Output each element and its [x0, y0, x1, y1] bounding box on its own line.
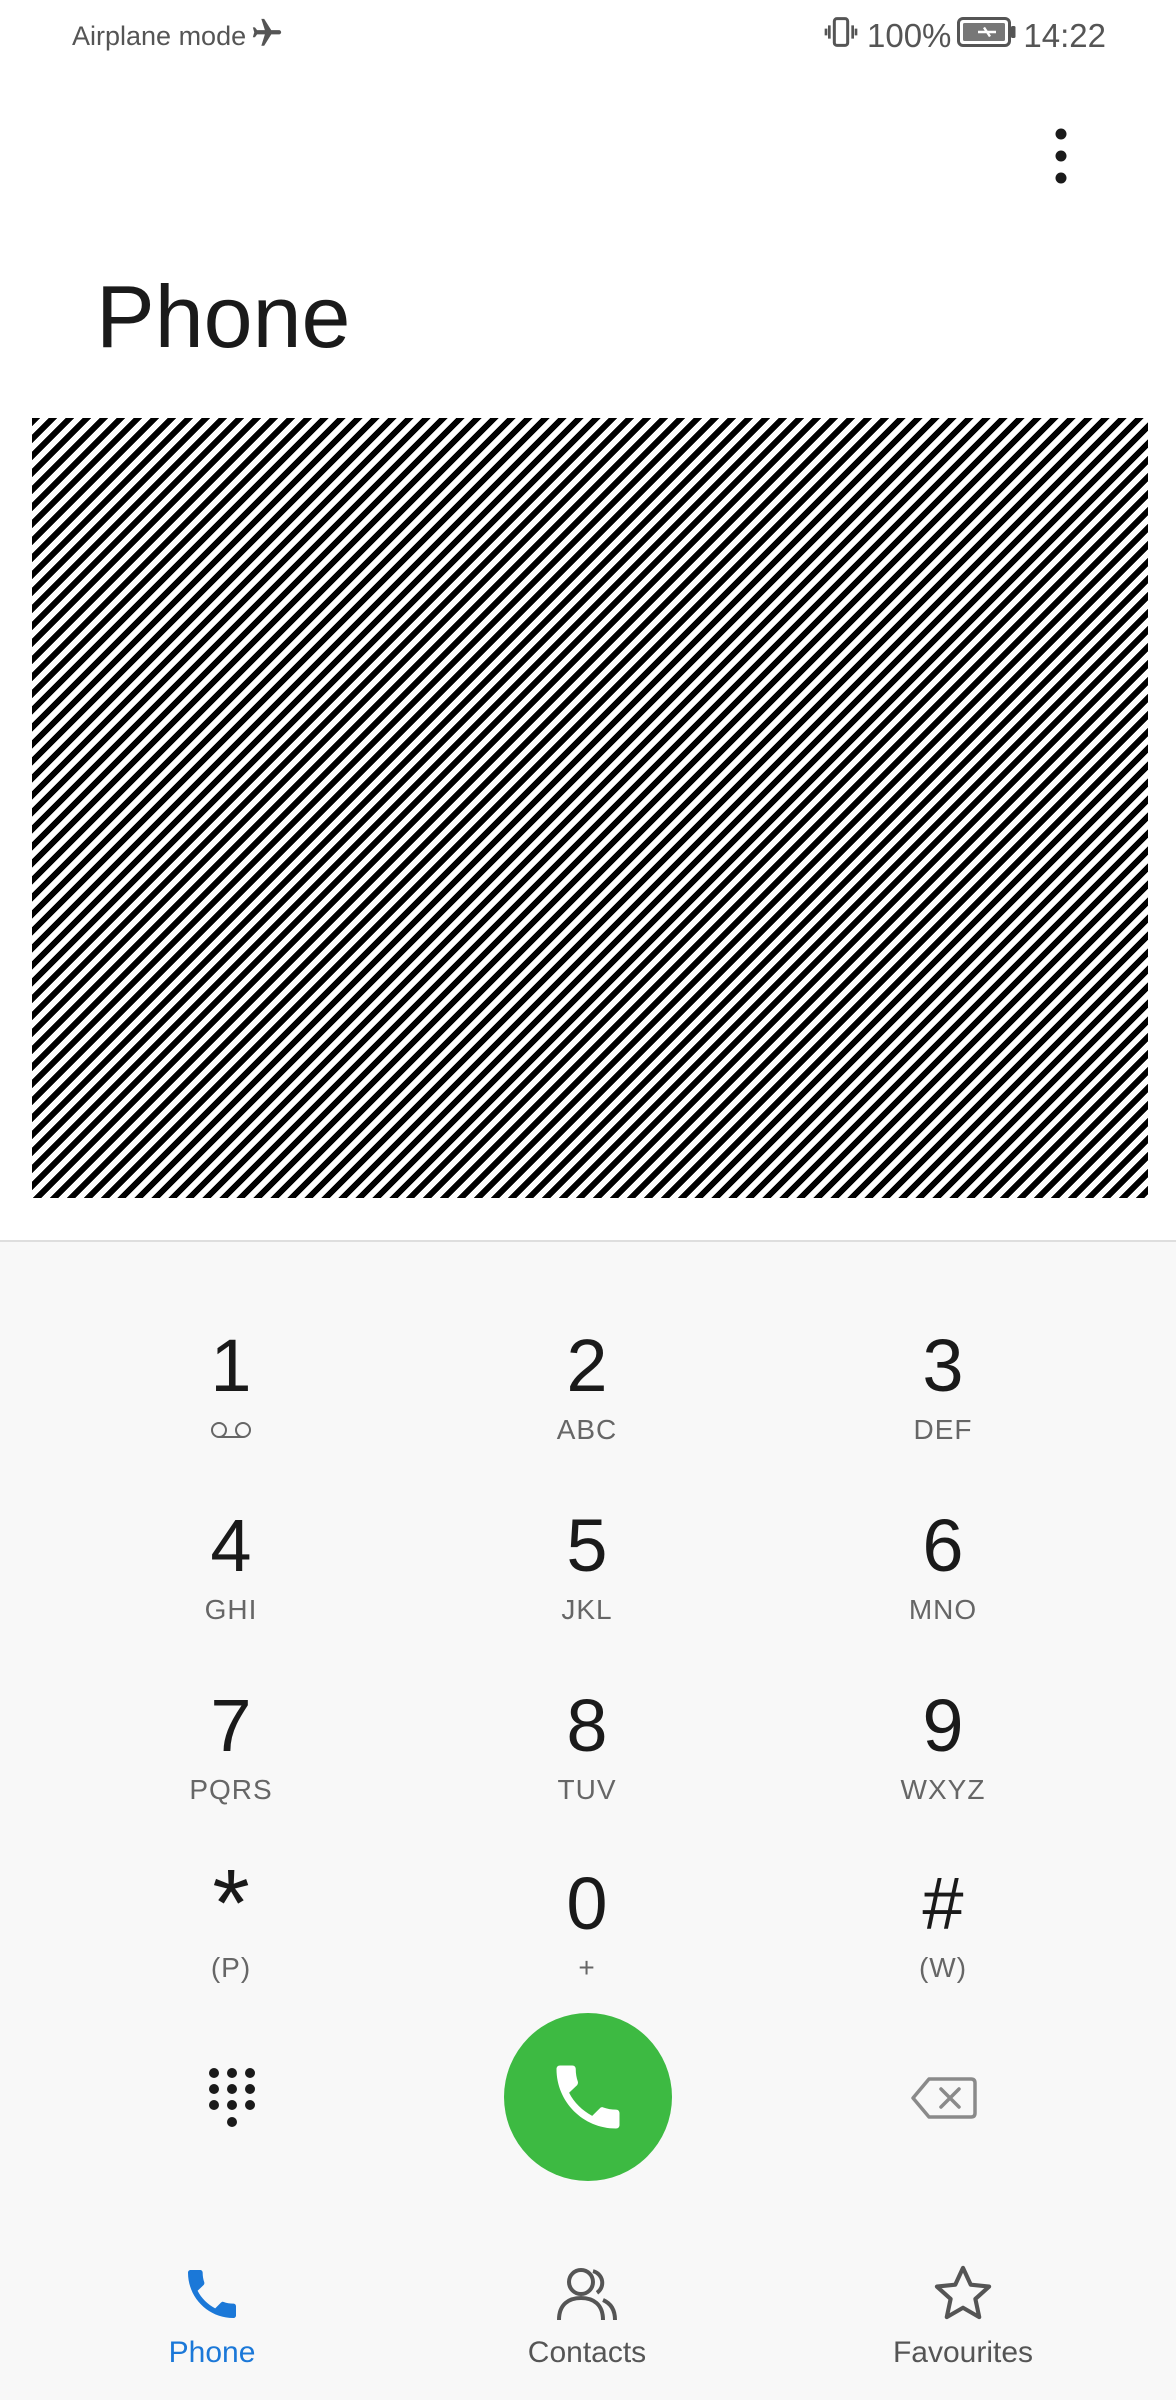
dial-key-6[interactable]: 6 MNO [823, 1500, 1063, 1660]
more-options-button[interactable] [1030, 118, 1092, 194]
dial-key-digit: # [922, 1862, 964, 1945]
dial-key-1[interactable]: 1 [111, 1320, 351, 1480]
dial-key-hash[interactable]: # (W) [823, 1858, 1063, 2018]
dial-key-letters: (P) [210, 1952, 252, 1983]
dial-key-star[interactable]: * (P) [111, 1850, 351, 2018]
nav-item-favourites[interactable]: Favourites [843, 2258, 1083, 2388]
dial-key-digit: 3 [922, 1324, 964, 1407]
dial-key-letters: PQRS [189, 1774, 273, 1805]
dial-key-letters: MNO [908, 1594, 978, 1625]
dial-key-7[interactable]: 7 PQRS [111, 1680, 351, 1840]
dial-key-digit: 1 [210, 1324, 252, 1407]
dialpad-toggle-button[interactable] [192, 2058, 272, 2138]
status-time: 14:22 [1023, 17, 1106, 54]
delete-button[interactable] [900, 2070, 988, 2126]
phone-icon [176, 2258, 248, 2330]
dial-key-digit: 0 [566, 1862, 608, 1945]
dial-key-8[interactable]: 8 TUV [467, 1680, 707, 1840]
page-title: Phone [96, 267, 351, 366]
status-right: 100% 14:22 [815, 14, 1106, 58]
dial-key-2[interactable]: 2 ABC [467, 1320, 707, 1480]
redacted-content-area [32, 418, 1148, 1198]
vibrate-icon [821, 12, 861, 60]
dialpad-icon [209, 2068, 255, 2127]
dial-key-letters: (W) [918, 1952, 968, 1983]
dial-key-digit: 5 [566, 1504, 608, 1587]
airplane-mode-label: Airplane mode [72, 20, 247, 51]
dial-key-digit: * [212, 1850, 250, 1957]
dial-key-letters: GHI [204, 1594, 258, 1625]
voicemail-icon [210, 1412, 252, 1448]
dial-key-letters: TUV [557, 1774, 617, 1805]
dial-key-digit: 7 [210, 1684, 252, 1767]
backspace-icon [911, 2077, 977, 2119]
dial-key-0[interactable]: 0 + [467, 1858, 707, 2018]
call-button[interactable] [504, 2013, 672, 2181]
star-icon [927, 2258, 999, 2330]
status-left: Airplane mode [72, 16, 284, 56]
nav-label: Contacts [527, 2336, 647, 2369]
dial-key-letters: DEF [913, 1414, 973, 1445]
nav-label: Phone [168, 2336, 256, 2369]
dial-key-digit: 6 [922, 1504, 964, 1587]
nav-item-phone[interactable]: Phone [92, 2258, 332, 2388]
dial-key-letters: WXYZ [900, 1774, 986, 1805]
dial-key-letters: + [578, 1952, 596, 1983]
airplane-icon [246, 16, 284, 57]
contacts-icon [551, 2258, 623, 2330]
battery-charging-icon [957, 15, 1017, 57]
dial-key-digit: 2 [566, 1324, 608, 1407]
dial-key-3[interactable]: 3 DEF [823, 1320, 1063, 1480]
phone-icon [556, 2065, 620, 2129]
nav-item-contacts[interactable]: Contacts [467, 2258, 707, 2388]
nav-label: Favourites [892, 2336, 1034, 2369]
dial-key-9[interactable]: 9 WXYZ [823, 1680, 1063, 1840]
more-vert-icon [1055, 128, 1067, 184]
phone-dialer-screen: Airplane mode 100% 14:22 Phone 1 2 ABC 3… [0, 0, 1176, 2400]
battery-percent: 100% [867, 17, 952, 54]
dial-key-letters: ABC [556, 1414, 618, 1445]
bottom-navigation: Phone Contacts Favourites [0, 2230, 1176, 2400]
dial-key-5[interactable]: 5 JKL [467, 1500, 707, 1660]
status-bar: Airplane mode 100% 14:22 [0, 0, 1176, 72]
dial-key-4[interactable]: 4 GHI [111, 1500, 351, 1660]
dial-key-digit: 9 [922, 1684, 964, 1767]
dial-key-digit: 4 [210, 1504, 252, 1587]
dial-key-letters: JKL [561, 1594, 613, 1625]
dial-key-digit: 8 [566, 1684, 608, 1767]
